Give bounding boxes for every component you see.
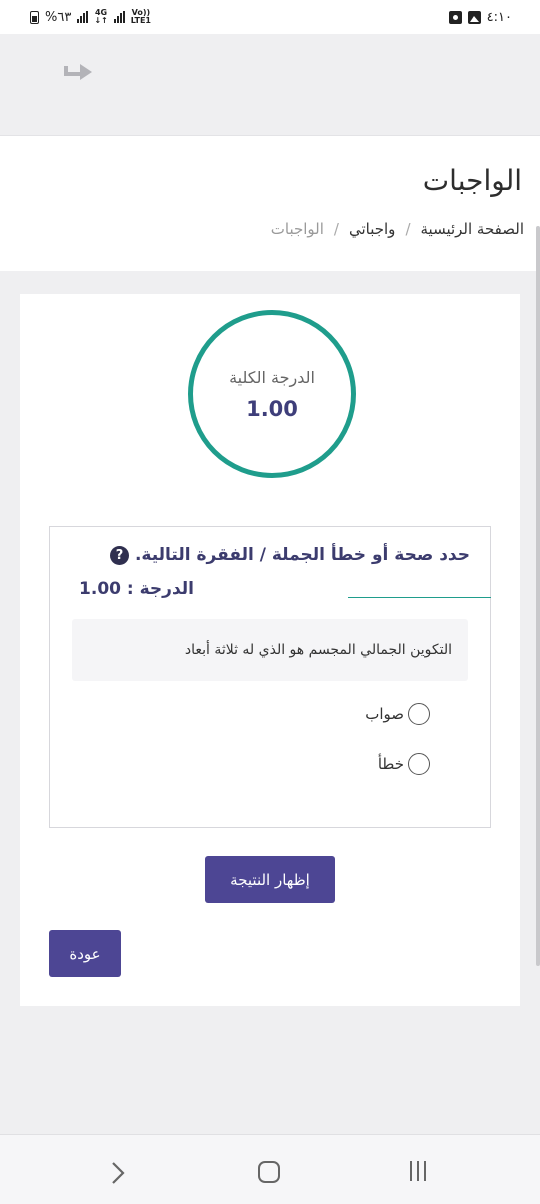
signal-icon-2 — [113, 11, 125, 23]
status-bar: %٦٣ 4G ↓↑ Vo)) LTE1 ٤:١٠ — [0, 0, 540, 34]
question-box: حدد صحة أو خطأ الجملة / الفقرة التالية. … — [49, 526, 491, 828]
score-label: الدرجة الكلية — [229, 367, 315, 387]
record-icon — [448, 10, 462, 24]
question-text-content: التكوين الجمالي المجسم هو الذي له ثلاثة … — [184, 642, 452, 658]
score-circle: الدرجة الكلية 1.00 — [188, 310, 356, 478]
scrollbar[interactable] — [536, 226, 540, 966]
nav-home-icon[interactable] — [258, 1161, 280, 1183]
page-title: الواجبات — [422, 164, 522, 197]
breadcrumb-separator: / — [405, 220, 411, 238]
option-true[interactable]: صواب — [365, 703, 430, 725]
question-title: حدد صحة أو خطأ الجملة / الفقرة التالية. … — [109, 545, 470, 565]
radio-true[interactable] — [408, 703, 430, 725]
signal-icon — [77, 11, 89, 23]
page-header: الواجبات الصفحة الرئيسية / واجباتي / الو… — [0, 136, 540, 271]
top-band — [0, 34, 540, 136]
nav-recents-icon[interactable] — [410, 1161, 426, 1181]
battery-percent: %٦٣ — [45, 9, 72, 25]
breadcrumb-current: الواجبات — [270, 220, 324, 238]
net-4g-label: 4G ↓↑ — [94, 8, 108, 25]
option-false[interactable]: خطأ — [378, 753, 430, 775]
score-value: 1.00 — [246, 396, 298, 421]
status-time: ٤:١٠ — [486, 9, 512, 25]
show-result-button[interactable]: إظهار النتيجة — [205, 856, 335, 903]
grade-underline — [348, 597, 491, 598]
question-grade: الدرجة : 1.00 — [79, 579, 194, 599]
breadcrumb-home[interactable]: الصفحة الرئيسية — [421, 220, 525, 238]
option-false-label: خطأ — [377, 755, 404, 773]
nav-back-icon[interactable] — [110, 1161, 126, 1185]
status-right: ٤:١٠ — [448, 9, 512, 25]
help-icon[interactable]: ? — [109, 545, 129, 565]
nav-bar — [0, 1134, 540, 1204]
main-card: الدرجة الكلية 1.00 حدد صحة أو خطأ الجملة… — [20, 294, 520, 1006]
radio-false[interactable] — [408, 753, 430, 775]
status-left: %٦٣ 4G ↓↑ Vo)) LTE1 — [30, 9, 151, 25]
breadcrumb-separator: / — [333, 220, 339, 238]
back-button[interactable]: عودة — [49, 930, 121, 977]
question-text: التكوين الجمالي المجسم هو الذي له ثلاثة … — [72, 619, 468, 681]
breadcrumb: الصفحة الرئيسية / واجباتي / الواجبات — [271, 220, 524, 238]
exit-arrow-icon[interactable] — [62, 64, 100, 84]
question-title-text: حدد صحة أو خطأ الجملة / الفقرة التالية. — [134, 545, 470, 565]
gallery-icon — [467, 10, 481, 24]
volte-label: Vo)) LTE1 — [130, 8, 151, 25]
option-true-label: صواب — [365, 705, 404, 723]
battery-icon — [30, 10, 39, 24]
breadcrumb-my-assignments[interactable]: واجباتي — [349, 220, 395, 238]
